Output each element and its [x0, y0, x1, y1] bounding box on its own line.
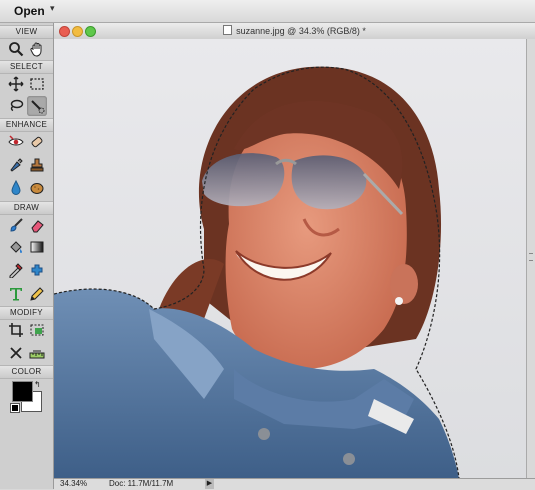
document-file-icon	[223, 25, 233, 35]
status-bar: 34.34% Doc: 11.7M/11.7M ▶	[54, 478, 535, 490]
scroll-grip[interactable]	[529, 253, 533, 261]
section-label-modify: MODIFY	[0, 306, 53, 320]
straighten-tool-icon[interactable]	[27, 343, 47, 363]
section-label-enhance: ENHANCE	[0, 118, 53, 132]
document-title-text: suzanne.jpg @ 34.3% (RGB/8) *	[236, 26, 366, 36]
recompose-tool-icon[interactable]	[27, 320, 47, 340]
document-window: suzanne.jpg @ 34.3% (RGB/8) * 34.34% Doc…	[54, 23, 535, 490]
type-tool-icon[interactable]	[6, 284, 26, 304]
open-button[interactable]: Open	[14, 4, 45, 18]
section-label-view: VIEW	[0, 25, 53, 39]
photo	[54, 39, 526, 478]
foreground-color-swatch[interactable]	[12, 381, 33, 402]
sponge-tool-icon[interactable]	[27, 178, 47, 198]
content-aware-move-icon[interactable]	[6, 343, 26, 363]
hand-tool-icon[interactable]	[27, 39, 47, 59]
marquee-tool-icon[interactable]	[27, 74, 47, 94]
image-canvas[interactable]	[54, 39, 526, 478]
section-label-color: COLOR	[0, 365, 53, 379]
document-titlebar: suzanne.jpg @ 34.3% (RGB/8) *	[54, 23, 535, 40]
zoom-tool-icon[interactable]	[6, 39, 26, 59]
custom-shape-icon[interactable]	[27, 260, 47, 280]
clone-stamp-icon[interactable]	[27, 155, 47, 175]
pencil-tool-icon[interactable]	[27, 284, 47, 304]
move-tool-icon[interactable]	[6, 74, 26, 94]
brush-tool-icon[interactable]	[6, 215, 26, 235]
spot-healing-brush-icon[interactable]	[27, 132, 47, 152]
document-title: suzanne.jpg @ 34.3% (RGB/8) *	[54, 25, 535, 36]
blur-tool-icon[interactable]	[6, 178, 26, 198]
open-dropdown-caret[interactable]: ▾	[50, 3, 55, 14]
swap-colors-icon[interactable]: ↰	[34, 380, 41, 389]
quick-selection-tool-icon[interactable]	[27, 96, 47, 116]
eraser-tool-icon[interactable]	[27, 215, 47, 235]
red-eye-tool-icon[interactable]	[6, 132, 26, 152]
status-menu-arrow[interactable]: ▶	[205, 479, 214, 489]
crop-tool-icon[interactable]	[6, 320, 26, 340]
default-colors-icon[interactable]	[10, 403, 20, 413]
zoom-readout[interactable]: 34.34%	[60, 479, 87, 488]
lasso-tool-icon[interactable]	[6, 96, 26, 116]
section-label-draw: DRAW	[0, 201, 53, 215]
options-bar: Open ▾	[0, 0, 535, 23]
eyedropper-icon[interactable]	[6, 260, 26, 280]
vertical-scrollbar[interactable]	[526, 39, 535, 478]
paint-bucket-icon[interactable]	[6, 237, 26, 257]
sharpen-tool-icon[interactable]	[6, 155, 26, 175]
toolbox: VIEW SELECT ENHANCE DRAW MODIFY COLOR ↰	[0, 23, 54, 489]
gradient-tool-icon[interactable]	[27, 237, 47, 257]
section-label-select: SELECT	[0, 60, 53, 74]
document-size-readout: Doc: 11.7M/11.7M	[109, 479, 174, 488]
